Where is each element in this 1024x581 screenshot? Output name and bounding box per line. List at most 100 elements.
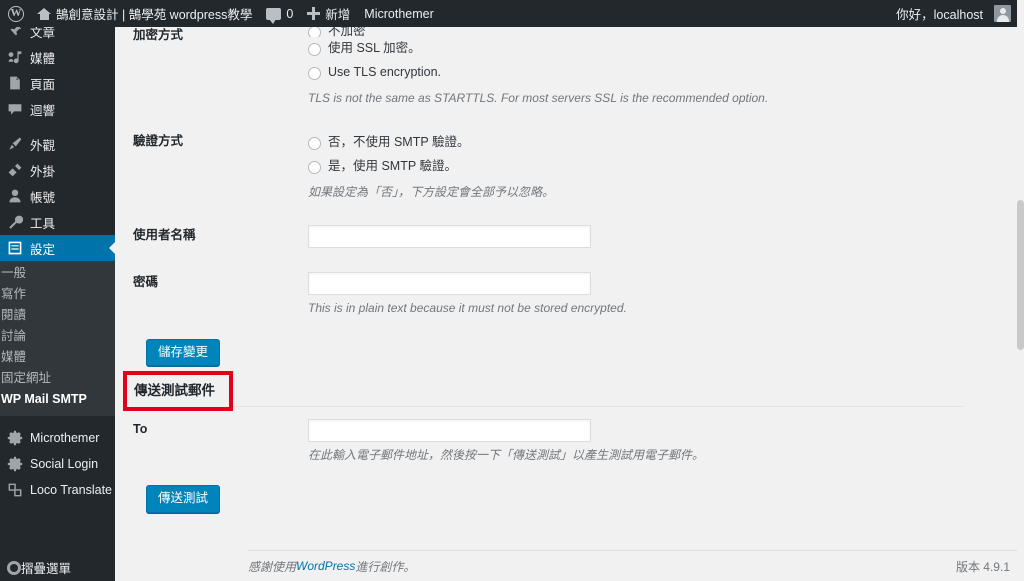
sidebar-item-plugins[interactable]: 外掛	[0, 157, 115, 183]
radio-icon[interactable]	[308, 66, 321, 80]
media-icon	[7, 49, 23, 65]
microthemer-menu-item[interactable]: Microthemer	[357, 0, 440, 27]
username-input[interactable]	[308, 225, 591, 248]
users-icon	[7, 188, 23, 204]
new-content-menu-item[interactable]: 新增	[300, 0, 357, 27]
submenu-item-media[interactable]: 媒體	[0, 347, 115, 368]
sidebar-item-loco-translate[interactable]: Loco Translate	[0, 477, 115, 503]
table-row-encryption: 加密方式 不加密 使用 SSL 加密。 Use TLS encryption. …	[133, 27, 963, 119]
submenu-item-discussion[interactable]: 討論	[0, 326, 115, 347]
submenu-item-general[interactable]: 一般	[0, 263, 115, 284]
radio-label: 否，不使用 SMTP 驗證。	[328, 135, 470, 150]
radio-icon[interactable]	[308, 160, 321, 174]
radio-option-auth-yes[interactable]: 是，使用 SMTP 驗證。	[308, 155, 953, 179]
submenu-item-writing[interactable]: 寫作	[0, 284, 115, 305]
radio-icon[interactable]	[308, 136, 321, 150]
sidebar-item-label: 迴響	[30, 103, 56, 118]
page-icon	[7, 75, 23, 91]
sidebar-item-tools[interactable]: 工具	[0, 209, 115, 235]
admin-sidebar[interactable]: 文章 媒體 頁面 迴響 外觀 外掛 帳號 工具 設定 一般 寫作 閱讀 討論 媒…	[0, 27, 115, 581]
sidebar-item-social-login[interactable]: Social Login	[0, 451, 115, 477]
radio-label: 不加密	[328, 27, 366, 37]
sidebar-item-label: Loco Translate	[30, 483, 112, 497]
submenu-item-permalinks[interactable]: 固定網址	[0, 368, 115, 389]
table-row-password: 密碼 This is in plain text because it must…	[133, 260, 963, 329]
radio-option-tls[interactable]: Use TLS encryption.	[308, 61, 953, 85]
translate-icon	[7, 482, 23, 498]
settings-form: 加密方式 不加密 使用 SSL 加密。 Use TLS encryption. …	[115, 27, 1024, 513]
wordpress-logo-icon: W	[8, 5, 24, 22]
settings-submenu: 一般 寫作 閱讀 討論 媒體 固定網址 WP Mail SMTP	[0, 261, 115, 416]
sidebar-item-posts[interactable]: 文章	[0, 27, 115, 44]
save-changes-row: 儲存變更	[133, 329, 1024, 367]
sidebar-item-comments[interactable]: 迴響	[0, 96, 115, 122]
footer-thanks-prefix: 感謝使用	[248, 559, 297, 574]
site-name-menu-item[interactable]: 鵠創意設計 | 鵠學苑 wordpress教學	[30, 0, 259, 27]
radio-option-ssl[interactable]: 使用 SSL 加密。	[308, 37, 953, 61]
radio-label: 使用 SSL 加密。	[328, 41, 421, 56]
wordpress-version: 版本 4.9.1	[955, 559, 1010, 574]
wordpress-admin-screen: W 鵠創意設計 | 鵠學苑 wordpress教學 0 新增 Microthem…	[0, 0, 1024, 581]
save-changes-button[interactable]: 儲存變更	[146, 339, 221, 367]
gear-icon	[7, 456, 23, 472]
submenu-item-wp-mail-smtp[interactable]: WP Mail SMTP	[0, 389, 115, 410]
radio-icon[interactable]	[308, 42, 321, 56]
test-to-label: To	[133, 406, 308, 477]
test-email-table: To 在此輸入電子郵件地址，然後按一下「傳送測試」以產生測試用電子郵件。	[133, 406, 963, 477]
sidebar-item-label: 工具	[30, 216, 56, 231]
radio-option-auth-no[interactable]: 否，不使用 SMTP 驗證。	[308, 131, 953, 155]
table-row-username: 使用者名稱	[133, 213, 963, 260]
collapse-menu-label: 摺疊選單	[21, 562, 72, 576]
radio-option-no-encryption[interactable]: 不加密	[308, 27, 953, 37]
sidebar-item-label: 媒體	[30, 51, 56, 66]
gear-icon	[7, 430, 23, 446]
sidebar-item-label: 文章	[30, 27, 56, 40]
collapse-menu-button[interactable]: 摺疊選單	[0, 554, 115, 581]
main-content: 加密方式 不加密 使用 SSL 加密。 Use TLS encryption. …	[115, 27, 1024, 581]
submenu-item-reading[interactable]: 閱讀	[0, 305, 115, 326]
collapse-circle-icon	[7, 560, 21, 575]
sidebar-item-appearance[interactable]: 外觀	[0, 131, 115, 157]
microthemer-label: Microthemer	[364, 6, 434, 21]
sidebar-item-label: 外觀	[30, 138, 56, 153]
password-input[interactable]	[308, 272, 591, 295]
smtp-settings-table: 加密方式 不加密 使用 SSL 加密。 Use TLS encryption. …	[133, 27, 963, 329]
appearance-brush-icon	[7, 136, 23, 152]
send-test-row: 傳送測試	[133, 476, 1024, 513]
footer-thanks-suffix: 進行創作。	[355, 559, 416, 574]
plus-icon	[307, 7, 321, 20]
radio-icon[interactable]	[308, 27, 321, 37]
sidebar-item-settings[interactable]: 設定	[0, 235, 115, 261]
scrollbar-thumb[interactable]	[1017, 200, 1024, 350]
page-scrollbar[interactable]	[1017, 0, 1024, 581]
test-email-heading-spacer	[133, 366, 1024, 406]
encryption-label: 加密方式	[133, 28, 184, 42]
send-test-button[interactable]: 傳送測試	[146, 485, 221, 513]
sidebar-separator	[0, 416, 115, 425]
test-email-to-input[interactable]	[308, 419, 591, 443]
comments-menu-item[interactable]: 0	[259, 0, 300, 27]
test-email-heading: 傳送測試郵件	[134, 383, 215, 399]
radio-label: 是，使用 SMTP 驗證。	[328, 159, 457, 174]
my-account-menu-item[interactable]: 你好，localhost	[889, 0, 1018, 27]
sidebar-item-pages[interactable]: 頁面	[0, 70, 115, 96]
admin-footer: 感謝使用 WordPress 進行創作。 版本 4.9.1	[248, 550, 1024, 581]
wordpress-link[interactable]: WordPress	[296, 559, 355, 573]
pin-icon	[7, 27, 23, 39]
admin-bar-right: 你好，localhost	[889, 0, 1024, 27]
sidebar-item-label: Microthemer	[30, 431, 100, 445]
table-row-authentication: 驗證方式 否，不使用 SMTP 驗證。 是，使用 SMTP 驗證。 如果設定為「…	[133, 119, 963, 213]
comment-icon	[7, 101, 23, 117]
sidebar-item-users[interactable]: 帳號	[0, 183, 115, 209]
sidebar-item-microthemer[interactable]: Microthemer	[0, 425, 115, 451]
radio-label: Use TLS encryption.	[328, 65, 442, 80]
wp-logo-menu-item[interactable]: W	[0, 0, 30, 27]
sidebar-item-label: 設定	[30, 242, 56, 257]
sidebar-item-media[interactable]: 媒體	[0, 44, 115, 70]
password-label: 密碼	[133, 275, 159, 289]
tools-wrench-icon	[7, 214, 23, 230]
sidebar-item-label: Social Login	[30, 457, 99, 471]
admin-bar: W 鵠創意設計 | 鵠學苑 wordpress教學 0 新增 Microthem…	[0, 0, 1024, 27]
sidebar-separator	[0, 122, 115, 131]
auth-note: 如果設定為「否」，下方設定會全部予以忽略。	[308, 185, 555, 199]
